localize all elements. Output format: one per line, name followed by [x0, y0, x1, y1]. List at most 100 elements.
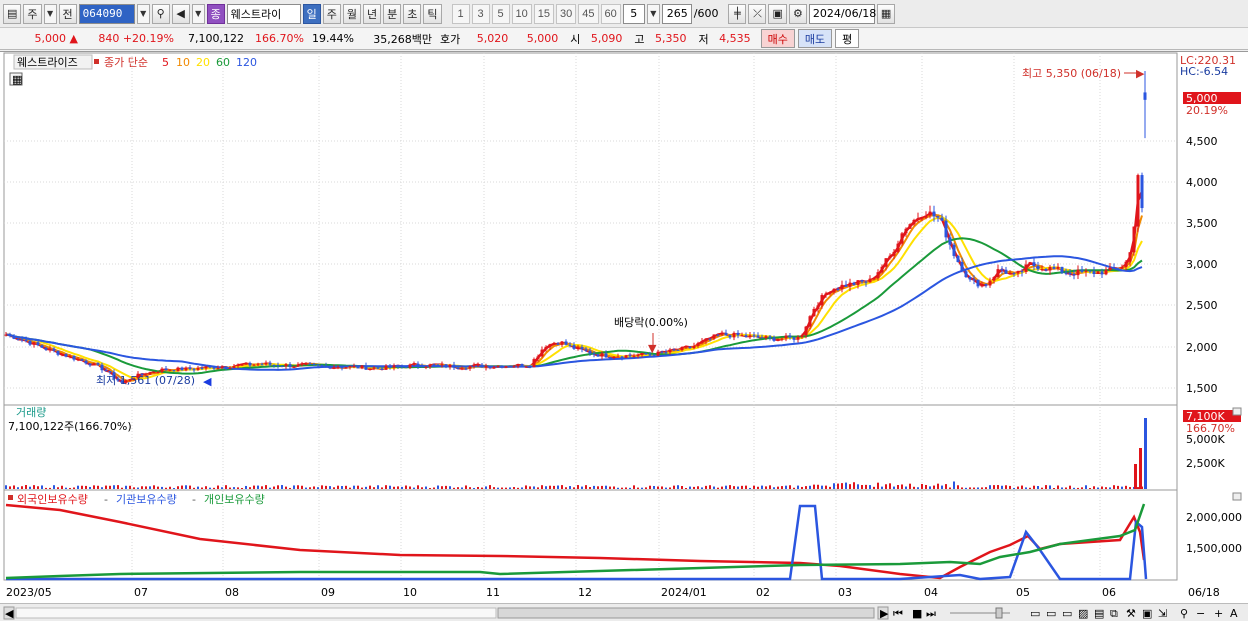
candle-body: [180, 367, 184, 371]
volume-bar: [1117, 485, 1119, 489]
candle-body: [216, 367, 220, 369]
link-icon[interactable]: ⧉: [1110, 607, 1118, 620]
candle-body: [4, 334, 8, 336]
volume-bar: [801, 486, 803, 489]
layout-3-icon[interactable]: ▭: [1062, 607, 1072, 620]
volume-bar: [961, 487, 963, 489]
sound-dropdown-icon[interactable]: ▼: [191, 3, 205, 24]
x-axis-end-date: 06/18: [1188, 586, 1220, 599]
market-select[interactable]: 주: [23, 3, 42, 24]
candle-body: [368, 368, 372, 370]
chart-area[interactable]: 웨스트라이즈 종가 단순 5 10 20 60 120 ▦ 최고 5,350 (…: [0, 51, 1248, 604]
tab-second[interactable]: 초: [403, 3, 422, 24]
mode-select[interactable]: 전: [58, 3, 77, 24]
chart-scrollbar[interactable]: ◀ ▶ ⏮ ■ ⏭ ▭ ▭ ▭ ▨ ▤ ⧉ ⚒ ▣ ⇲ ⚲ − + A: [0, 603, 1248, 621]
chevron-down-icon[interactable]: ▼: [43, 3, 57, 24]
sound-icon[interactable]: ◀: [171, 3, 190, 24]
code-dropdown-icon[interactable]: ▼: [136, 3, 150, 24]
copy-icon[interactable]: ▤: [1094, 607, 1104, 620]
volume-bar: [1057, 485, 1059, 489]
volume-bar: [641, 487, 643, 489]
volume-bar: [981, 487, 983, 489]
compare-icon[interactable]: ▨: [1078, 607, 1088, 620]
zoom-out-icon[interactable]: −: [1196, 607, 1205, 620]
sell-button[interactable]: 매도: [797, 29, 833, 48]
tool-icon[interactable]: ⚒: [1126, 607, 1136, 620]
candle-body: [848, 282, 852, 287]
zoom-in-icon[interactable]: +: [1214, 607, 1223, 620]
candle-body: [540, 349, 544, 357]
x-label-08: 08: [225, 586, 239, 599]
date-input[interactable]: 2024/06/18: [808, 3, 876, 24]
tab-day[interactable]: 일: [302, 3, 321, 24]
candle-body: [352, 366, 356, 368]
calendar-icon[interactable]: ▦: [876, 3, 896, 24]
candle-body: [340, 367, 344, 369]
layout-1-icon[interactable]: ▭: [1030, 607, 1040, 620]
stock-code-input[interactable]: 064090: [78, 3, 135, 24]
tab-year[interactable]: 년: [363, 3, 382, 24]
interval-60[interactable]: 60: [600, 3, 621, 24]
tab-tick[interactable]: 틱: [423, 3, 442, 24]
candle-body: [396, 365, 400, 367]
scroll-thumb[interactable]: [497, 607, 875, 619]
candle-body: [272, 364, 276, 366]
interval-3[interactable]: 3: [471, 3, 490, 24]
interval-45[interactable]: 45: [578, 3, 599, 24]
panel-title: 웨스트라이즈: [17, 56, 78, 69]
candle-body: [820, 295, 824, 306]
interval-dropdown-icon[interactable]: ▼: [646, 3, 660, 24]
gear-icon[interactable]: ⚙: [788, 3, 807, 24]
volume-bar: [625, 487, 627, 489]
volume-bar: [461, 487, 463, 489]
volume-bar: [1045, 485, 1047, 489]
fast-forward-icon[interactable]: ⏭: [926, 607, 936, 620]
interval-10[interactable]: 10: [511, 3, 532, 24]
volume-panel-close-icon[interactable]: [1232, 407, 1242, 416]
search-icon[interactable]: ⚲: [151, 3, 170, 24]
volume-bar: [913, 486, 915, 489]
tab-week[interactable]: 주: [322, 3, 341, 24]
window-menu-icon[interactable]: ▤: [3, 3, 22, 24]
scroll-track[interactable]: [15, 607, 497, 619]
font-size-icon[interactable]: A: [1230, 607, 1238, 620]
draw-tool-icon[interactable]: ⤫: [748, 3, 767, 24]
stock-chart[interactable]: 웨스트라이즈 종가 단순 5 10 20 60 120 ▦ 최고 5,350 (…: [0, 52, 1248, 605]
print-icon[interactable]: ▣: [1142, 607, 1152, 620]
rewind-icon[interactable]: ⏮: [893, 607, 903, 620]
candle-body: [572, 345, 576, 349]
zoom-slider-handle[interactable]: [995, 607, 1003, 619]
flat-button[interactable]: 평: [835, 29, 860, 48]
candle-body: [580, 347, 584, 350]
stop-icon[interactable]: ■: [912, 607, 922, 620]
volume-bar: [113, 485, 115, 489]
volume-bar: [857, 484, 859, 489]
export-icon[interactable]: ⇲: [1158, 607, 1167, 620]
buy-button[interactable]: 매수: [760, 29, 795, 48]
tab-minute[interactable]: 분: [383, 3, 402, 24]
candle-body: [824, 293, 828, 296]
volume-bar: [485, 486, 487, 489]
candle-type-icon[interactable]: ╪: [728, 3, 747, 24]
volume-bar: [1037, 486, 1039, 489]
zoom-icon[interactable]: ⚲: [1180, 607, 1188, 620]
tab-month[interactable]: 월: [342, 3, 362, 24]
interval-1[interactable]: 1: [451, 3, 470, 24]
holding-panel-close-icon[interactable]: [1232, 492, 1242, 501]
ma-10-label: 10: [176, 56, 190, 69]
legend-marker: [94, 59, 99, 64]
interval-15[interactable]: 15: [533, 3, 555, 24]
candle-body: [772, 337, 776, 341]
count-input[interactable]: 265: [661, 3, 692, 24]
volume-bar: [141, 486, 143, 489]
layout-2-icon[interactable]: ▭: [1046, 607, 1056, 620]
volume-bar: [993, 485, 995, 489]
interval-30[interactable]: 30: [556, 3, 577, 24]
volume-bar: [317, 487, 319, 489]
price-tick-3000: 3,000: [1186, 258, 1218, 271]
interval-5[interactable]: 5: [491, 3, 510, 24]
save-icon[interactable]: ▣: [768, 3, 787, 24]
volume-bar: [149, 486, 151, 489]
interval-input[interactable]: 5: [622, 3, 645, 24]
candle-body: [616, 356, 620, 358]
